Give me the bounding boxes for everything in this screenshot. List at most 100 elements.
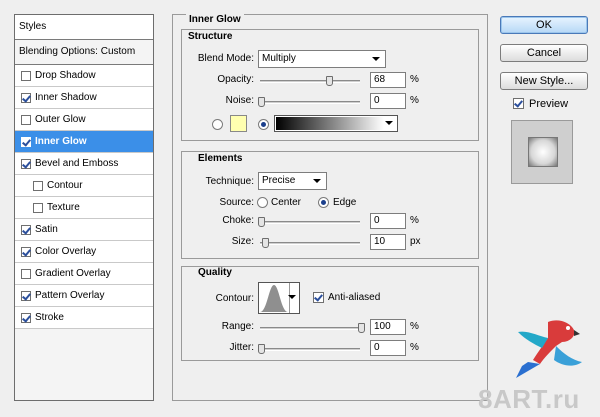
range-slider-track[interactable] <box>260 327 360 330</box>
size-slider-knob[interactable] <box>262 238 269 248</box>
style-item-outer-glow[interactable]: Outer Glow <box>15 109 153 131</box>
opacity-slider-knob[interactable] <box>326 76 333 86</box>
style-item-drop-shadow[interactable]: Drop Shadow <box>15 65 153 87</box>
choke-unit: % <box>410 215 419 226</box>
style-checkbox[interactable] <box>21 224 31 235</box>
styles-header[interactable]: Styles <box>15 15 153 40</box>
parrot-logo-icon <box>516 320 582 378</box>
preview-label: Preview <box>529 98 569 110</box>
quality-title: Quality <box>198 267 232 278</box>
blending-options-item[interactable]: Blending Options: Custom <box>15 40 153 65</box>
size-input[interactable]: 10 <box>370 234 406 250</box>
gradient-radio[interactable] <box>258 119 269 130</box>
structure-title: Structure <box>188 31 233 42</box>
chevron-down-icon <box>288 295 296 299</box>
style-item-gradient-overlay[interactable]: Gradient Overlay <box>15 263 153 285</box>
style-item-pattern-overlay[interactable]: Pattern Overlay <box>15 285 153 307</box>
preview-swatch <box>528 137 558 167</box>
opacity-slider-track[interactable] <box>260 80 360 83</box>
styles-list: Styles Blending Options: Custom Drop Sha… <box>14 14 154 401</box>
style-item-label: Pattern Overlay <box>35 289 105 301</box>
style-checkbox[interactable] <box>21 114 31 125</box>
preview-checkbox[interactable] <box>513 98 524 109</box>
size-slider-track[interactable] <box>260 242 360 245</box>
style-checkbox[interactable] <box>21 92 31 103</box>
size-label: Size: <box>231 236 254 247</box>
opacity-unit: % <box>410 74 419 85</box>
style-item-label: Texture <box>47 201 80 213</box>
ok-button[interactable]: OK <box>500 16 588 34</box>
technique-select[interactable]: Precise <box>258 172 327 190</box>
source-center-label: Center <box>271 197 302 208</box>
jitter-slider-knob[interactable] <box>258 344 265 354</box>
style-item-satin[interactable]: Satin <box>15 219 153 241</box>
panel-title: Inner Glow <box>186 14 244 25</box>
style-item-label: Inner Glow <box>35 135 87 147</box>
size-unit: px <box>410 236 421 247</box>
style-checkbox[interactable] <box>21 290 31 301</box>
gradient-picker[interactable] <box>274 115 398 132</box>
noise-unit: % <box>410 95 419 106</box>
style-item-label: Inner Shadow <box>35 91 97 103</box>
choke-input[interactable]: 0 <box>370 213 406 229</box>
range-slider-knob[interactable] <box>358 323 365 333</box>
range-unit: % <box>410 321 419 332</box>
opacity-input[interactable]: 68 <box>370 72 406 88</box>
chevron-down-icon <box>372 57 380 61</box>
style-item-label: Gradient Overlay <box>35 267 111 279</box>
choke-slider-knob[interactable] <box>258 217 265 227</box>
style-checkbox[interactable] <box>21 268 31 279</box>
style-preview-thumbnail <box>511 120 573 184</box>
glow-color-swatch[interactable] <box>230 115 247 132</box>
style-item-label: Satin <box>35 223 58 235</box>
style-item-texture[interactable]: Texture <box>15 197 153 219</box>
style-checkbox[interactable] <box>33 180 43 191</box>
watermark-text: 8ART.ru <box>478 384 580 414</box>
checkmark-icon <box>514 99 523 108</box>
chevron-down-icon <box>313 179 321 183</box>
technique-label: Technique: <box>205 176 254 187</box>
style-item-label: Contour <box>47 179 83 191</box>
source-edge-label: Edge <box>333 197 357 208</box>
style-checkbox[interactable] <box>21 246 31 257</box>
checkmark-icon <box>314 293 323 302</box>
style-checkbox[interactable] <box>21 158 31 169</box>
source-center-radio[interactable] <box>257 197 268 208</box>
noise-slider-track[interactable] <box>260 101 360 104</box>
source-edge-radio[interactable] <box>318 197 329 208</box>
gradient-preview <box>276 117 384 130</box>
elements-title: Elements <box>198 153 243 164</box>
jitter-label: Jitter: <box>229 342 254 353</box>
contour-label: Contour: <box>215 293 254 304</box>
noise-slider-knob[interactable] <box>258 97 265 107</box>
range-input[interactable]: 100 <box>370 319 406 335</box>
style-checkbox[interactable] <box>21 136 31 147</box>
contour-curve-icon <box>260 285 288 312</box>
contour-picker[interactable] <box>258 282 300 314</box>
style-checkbox[interactable] <box>21 70 31 81</box>
jitter-unit: % <box>410 342 419 353</box>
style-item-stroke[interactable]: Stroke <box>15 307 153 329</box>
style-item-label: Drop Shadow <box>35 69 96 81</box>
style-item-color-overlay[interactable]: Color Overlay <box>15 241 153 263</box>
range-label: Range: <box>221 321 254 332</box>
noise-input[interactable]: 0 <box>370 93 406 109</box>
cancel-button[interactable]: Cancel <box>500 44 588 62</box>
style-checkbox[interactable] <box>33 202 43 213</box>
style-item-inner-glow[interactable]: Inner Glow <box>15 131 153 153</box>
style-item-inner-shadow[interactable]: Inner Shadow <box>15 87 153 109</box>
choke-label: Choke: <box>222 215 254 226</box>
jitter-input[interactable]: 0 <box>370 340 406 356</box>
choke-slider-track[interactable] <box>260 221 360 224</box>
style-item-contour[interactable]: Contour <box>15 175 153 197</box>
new-style-button[interactable]: New Style... <box>500 72 588 90</box>
blend-mode-select[interactable]: Multiply <box>258 50 386 68</box>
style-checkbox[interactable] <box>21 312 31 323</box>
color-radio[interactable] <box>212 119 223 130</box>
source-label: Source: <box>219 197 254 208</box>
style-item-label: Color Overlay <box>35 245 97 257</box>
anti-aliased-checkbox[interactable] <box>313 292 324 303</box>
jitter-slider-track[interactable] <box>260 348 360 351</box>
technique-value: Precise <box>262 175 296 186</box>
style-item-bevel-emboss[interactable]: Bevel and Emboss <box>15 153 153 175</box>
